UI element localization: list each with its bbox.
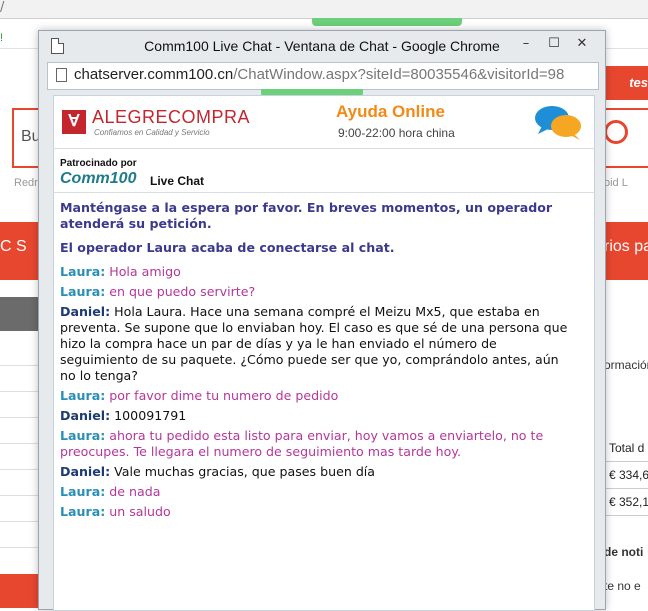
message-text: en que puedo servirte? [109,284,256,299]
background-green-tab [312,18,462,26]
page-info-icon[interactable] [56,68,67,82]
chat-window: Comm100 Live Chat - Ventana de Chat - Go… [38,30,606,611]
sender-name: Laura: [60,484,106,499]
message-text: por favor dime tu numero de pedido [109,388,339,403]
background-left-link[interactable]: Redr [14,177,38,189]
chat-message: Daniel: Vale muchas gracias, que pases b… [60,464,576,480]
sender-name: Laura: [60,284,106,299]
background-browser-bar [0,0,648,19]
background-right-text-2: te no e [604,579,641,593]
sender-name: Laura: [60,264,106,279]
background-red-block [0,574,38,608]
sponsor-live: Live Chat [150,174,205,188]
chat-message: Laura: en que puedo servirte? [60,284,576,300]
chat-message: Laura: de nada [60,484,576,500]
message-text: Hola amigo [109,264,181,279]
close-button[interactable]: ✕ [571,35,593,53]
title-bar[interactable]: Comm100 Live Chat - Ventana de Chat - Go… [39,31,605,61]
chat-message: Daniel: Hola Laura. Hace una semana comp… [60,304,576,384]
message-text: ahora tu pedido esta listo para enviar, … [60,428,544,459]
url-host: chatserver.comm100.cn [74,66,234,83]
sponsor-brand[interactable]: Comm100 [60,170,136,188]
sponsor-label: Patrocinado por [60,158,137,169]
table-cell: Total d [605,435,648,462]
minimize-button[interactable]: – [515,35,537,53]
background-right-link[interactable]: oid L [604,177,628,189]
chat-message: Laura: por favor dime tu numero de pedid… [60,388,576,404]
background-nav-right[interactable]: rios pa [604,238,648,256]
background-exclamation: ! [0,32,4,44]
sender-name: Laura: [60,388,106,403]
system-message: El operador Laura acaba de conectarse al… [60,240,395,255]
chat-content: ∀ ALEGRECOMPRA Confiamos en Calidad y Se… [53,95,595,611]
chat-message: Laura: un saludo [60,504,576,520]
logo-icon: ∀ [62,110,86,134]
message-text: de nada [109,484,161,499]
sender-name: Daniel: [60,464,111,479]
background-right-heading: de noti [604,545,644,559]
table-cell: € 334,6 [605,462,648,489]
chat-header: ∀ ALEGRECOMPRA Confiamos en Calidad y Se… [54,96,594,149]
chat-bubbles-icon [535,106,581,140]
background-badge: tes [600,66,648,100]
message-text: 100091791 [114,408,187,423]
background-table: Total d € 334,6 € 352,1 [604,435,648,516]
background-slash: / [0,0,5,15]
system-message: Manténgase a la espera por favor. En bre… [60,200,553,231]
chat-message: Laura: Hola amigo [60,264,576,280]
table-cell: € 352,1 [605,489,648,516]
sender-name: Daniel: [60,408,111,423]
background-nav-left[interactable]: C S [0,238,40,256]
sender-name: Laura: [60,504,106,519]
search-icon [604,120,628,144]
address-bar[interactable]: chatserver.comm100.cn/ChatWindow.aspx?si… [47,62,599,90]
maximize-button[interactable]: ☐ [543,35,565,53]
message-text: Vale muchas gracias, que pases buen día [114,464,376,479]
sponsor-bar: Patrocinado por Comm100 Live Chat [54,154,594,193]
url-text: chatserver.comm100.cn/ChatWindow.aspx?si… [74,66,564,83]
background-gray-block [0,297,38,331]
logo-name: ALEGRECOMPRA [92,107,251,127]
message-text: un saludo [109,504,171,519]
chat-message: Laura: ahora tu pedido esta listo para e… [60,428,576,460]
message-text: Hola Laura. Hace una semana compré el Me… [60,304,568,383]
sender-name: Daniel: [60,304,111,319]
url-path: /ChatWindow.aspx?siteId=80035546&visitor… [233,66,565,83]
background-left-list [0,340,38,548]
sender-name: Laura: [60,428,106,443]
background-right-text: ormación [604,358,648,372]
help-hours: 9:00-22:00 hora china [338,126,455,140]
message-list: Manténgase a la espera por favor. En bre… [60,200,576,524]
logo-tagline: Confiamos en Calidad y Servicio [94,128,210,137]
help-title: Ayuda Online [336,102,445,121]
chat-message: Daniel: 100091791 [60,408,576,424]
